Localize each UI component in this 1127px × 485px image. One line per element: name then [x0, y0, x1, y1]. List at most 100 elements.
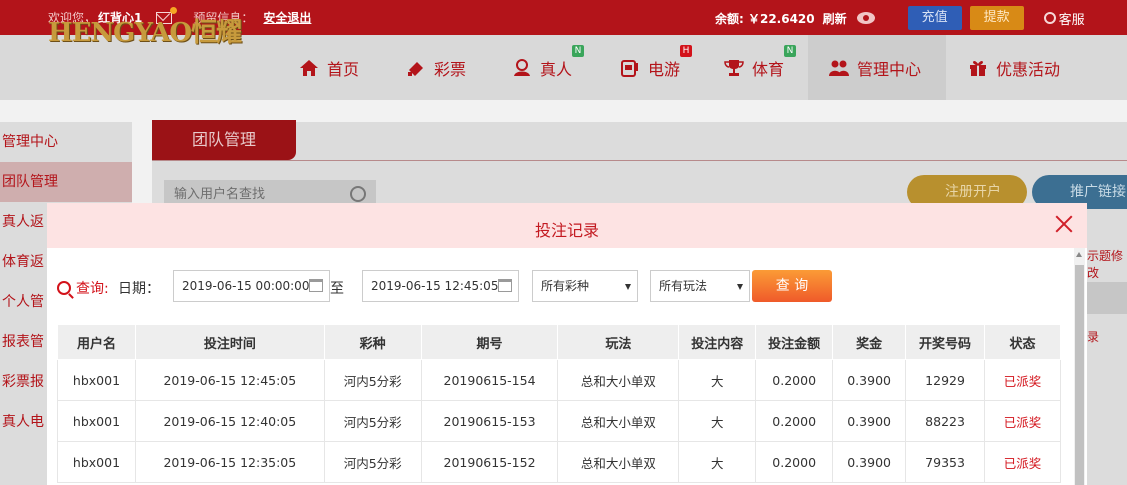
edit-question-link[interactable]: 示题修改	[1087, 247, 1127, 281]
cell-bet-content: 大	[678, 400, 757, 442]
query-button[interactable]: 查 询	[752, 270, 832, 302]
gift-icon	[970, 61, 986, 76]
col-username: 用户名	[57, 324, 136, 360]
close-icon[interactable]	[1055, 215, 1073, 233]
users-icon	[829, 60, 849, 76]
cell-username: hbx001	[57, 359, 136, 401]
chevron-down-icon	[737, 284, 743, 290]
search-icon	[57, 281, 71, 295]
date-to-value: 2019-06-15 12:45:05	[371, 279, 499, 293]
balance-text: 余额: ￥22.6420	[715, 11, 815, 26]
search-icon[interactable]	[350, 186, 366, 202]
record-link[interactable]: 录	[1087, 328, 1099, 345]
nav-item-promotions[interactable]: 优惠活动	[968, 55, 1060, 81]
nav-item-label: 管理中心	[857, 60, 922, 79]
account-actions: 余额: ￥22.6420 刷新 充值 提款 客服	[715, 6, 1085, 30]
search-placeholder: 输入用户名查找	[174, 187, 266, 202]
cell-bet-amount: 0.2000	[755, 400, 834, 442]
cell-bet-time: 2019-06-15 12:45:05	[134, 359, 325, 401]
nav-item-label: 体育	[752, 60, 785, 79]
cell-draw-number: 79353	[905, 441, 986, 483]
nav-item-lottery[interactable]: 彩票	[406, 55, 466, 81]
nav-item-sports[interactable]: 体育 N	[724, 45, 797, 81]
col-prize: 奖金	[832, 324, 907, 360]
cell-draw-number: 12929	[905, 359, 986, 401]
col-bet-time: 投注时间	[134, 324, 325, 360]
new-badge: N	[572, 45, 585, 57]
status-badge: 已派奖	[984, 400, 1061, 442]
status-badge: 已派奖	[984, 441, 1061, 483]
scroll-up-arrow-icon[interactable]	[1076, 252, 1082, 257]
home-icon	[300, 60, 318, 76]
table-row[interactable]: hbx001 2019-06-15 12:35:05 河内5分彩 2019061…	[57, 441, 1061, 483]
customer-service-label: 客服	[1058, 12, 1085, 28]
col-status: 状态	[984, 324, 1061, 360]
customer-service-link[interactable]: 客服	[1043, 9, 1085, 28]
col-bet-content: 投注内容	[678, 324, 757, 360]
status-badge: 已派奖	[984, 359, 1061, 401]
cell-draw-number: 88223	[905, 400, 986, 442]
live-dealer-icon	[514, 59, 530, 76]
sidebar-item-team-management[interactable]: 团队管理	[0, 162, 132, 202]
recharge-button[interactable]: 充值	[907, 6, 962, 30]
play-select-value: 所有玩法	[659, 279, 708, 293]
nav-item-label: 彩票	[434, 60, 467, 79]
cell-lottery: 河内5分彩	[323, 400, 422, 442]
play-type-select[interactable]: 所有玩法	[650, 270, 750, 302]
nav-item-slots[interactable]: 电游 H	[620, 45, 693, 81]
eye-icon[interactable]	[856, 12, 875, 24]
cell-username: hbx001	[57, 441, 136, 483]
modal-scrollbar[interactable]	[1074, 248, 1085, 485]
filter-bar: 查询: 日期： 2019-06-15 00:00:00 至 2019-06-15…	[57, 270, 1057, 302]
cell-play: 总和大小单双	[557, 441, 680, 483]
lottery-type-select[interactable]: 所有彩种	[532, 270, 638, 302]
nav-item-live[interactable]: 真人 N	[512, 45, 585, 81]
lottery-icon	[408, 62, 423, 76]
cell-bet-content: 大	[678, 441, 757, 483]
cell-bet-amount: 0.2000	[755, 359, 834, 401]
cell-issue: 20190615-152	[420, 441, 559, 483]
lottery-select-value: 所有彩种	[541, 279, 590, 293]
cell-issue: 20190615-153	[420, 400, 559, 442]
slot-machine-icon	[621, 60, 638, 77]
col-lottery: 彩种	[323, 324, 422, 360]
sidebar-item-management-center[interactable]: 管理中心	[0, 122, 132, 162]
bet-records-modal: 投注记录 查询: 日期： 2019-06-15 00:00:00 至 2019-…	[47, 203, 1087, 485]
hot-badge: H	[680, 45, 693, 57]
trophy-icon	[724, 60, 744, 76]
logout-link[interactable]: 安全退出	[263, 9, 311, 26]
cell-bet-time: 2019-06-15 12:40:05	[134, 400, 325, 442]
col-play: 玩法	[557, 324, 680, 360]
table-row[interactable]: hbx001 2019-06-15 12:45:05 河内5分彩 2019061…	[57, 359, 1061, 401]
to-label: 至	[330, 281, 344, 297]
cell-prize: 0.3900	[832, 441, 907, 483]
date-from-value: 2019-06-15 00:00:00	[182, 279, 310, 293]
table-row[interactable]: hbx001 2019-06-15 12:40:05 河内5分彩 2019061…	[57, 400, 1061, 442]
cell-prize: 0.3900	[832, 359, 907, 401]
withdraw-button[interactable]: 提款	[969, 6, 1024, 30]
modal-header: 投注记录	[47, 203, 1087, 248]
nav-item-label: 真人	[540, 60, 573, 79]
cell-bet-time: 2019-06-15 12:35:05	[134, 441, 325, 483]
cell-play: 总和大小单双	[557, 400, 680, 442]
nav-item-management[interactable]: 管理中心	[829, 55, 921, 81]
cell-username: hbx001	[57, 400, 136, 442]
nav-item-home[interactable]: 首页	[299, 55, 359, 81]
scrollbar-thumb[interactable]	[1075, 265, 1084, 485]
cell-play: 总和大小单双	[557, 359, 680, 401]
tab-team-management[interactable]: 团队管理	[152, 120, 296, 160]
cell-bet-amount: 0.2000	[755, 441, 834, 483]
cell-bet-content: 大	[678, 359, 757, 401]
date-to-input[interactable]: 2019-06-15 12:45:05	[362, 270, 519, 302]
refresh-link[interactable]: 刷新	[823, 10, 847, 27]
site-logo[interactable]: HENGYAO恒耀	[48, 17, 256, 49]
col-draw-number: 开奖号码	[905, 324, 986, 360]
nav-item-label: 电游	[648, 60, 681, 79]
calendar-icon[interactable]	[498, 279, 512, 292]
bet-records-table: 用户名 投注时间 彩种 期号 玩法 投注内容 投注金额 奖金 开奖号码 状态 h…	[57, 324, 1061, 483]
date-from-input[interactable]: 2019-06-15 00:00:00	[173, 270, 330, 302]
cell-lottery: 河内5分彩	[323, 441, 422, 483]
calendar-icon[interactable]	[309, 279, 323, 292]
cell-issue: 20190615-154	[420, 359, 559, 401]
chevron-down-icon	[625, 284, 631, 290]
